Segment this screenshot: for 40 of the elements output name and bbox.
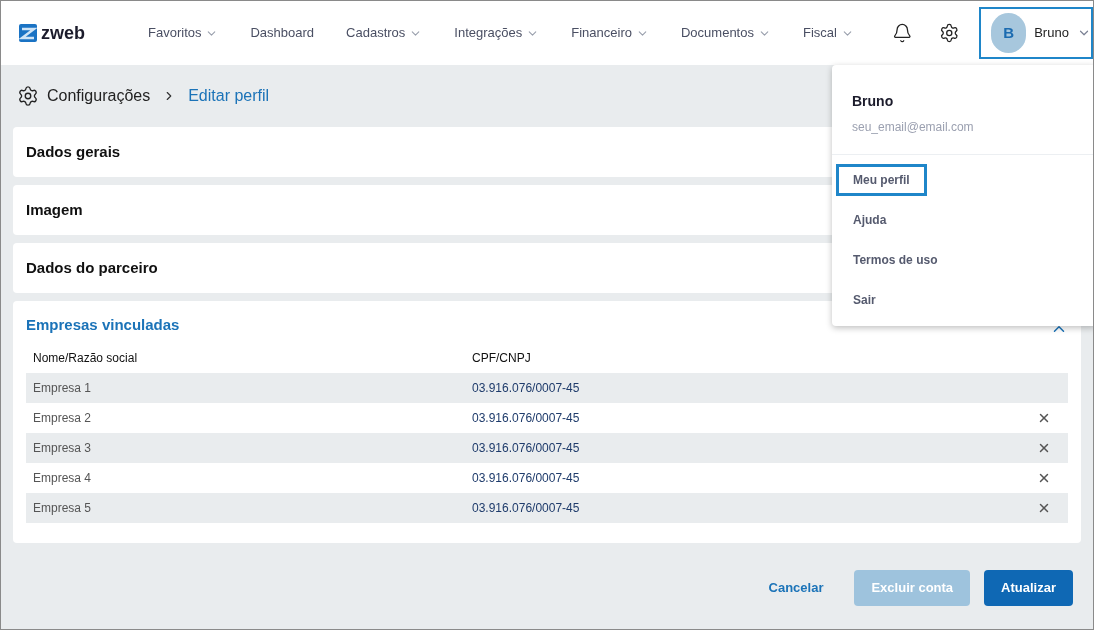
remove-icon[interactable] (1037, 471, 1051, 485)
table-cell-text: Empresa 4 (32, 470, 93, 487)
user-menu-button[interactable]: B Bruno (979, 7, 1093, 59)
nav-menu[interactable]: Cadastros (346, 23, 423, 43)
remove-icon[interactable] (1037, 411, 1051, 425)
table-cell-text: 03.916.076/0007-45 (471, 410, 581, 427)
column-header: CPF/CNPJ (471, 350, 531, 367)
breadcrumb-current: Editar perfil (188, 86, 270, 106)
breadcrumb-root[interactable]: Configurações (47, 84, 151, 108)
nav-menu[interactable]: Dashboard (250, 23, 315, 43)
section-title: Empresas vinculadas (26, 314, 180, 335)
nav-menu[interactable]: Fiscal (802, 23, 854, 43)
nav-menu[interactable]: Favoritos (148, 23, 219, 43)
table-cell-text: 03.916.076/0007-45 (471, 470, 581, 487)
menu-item[interactable]: Meu perfil (836, 164, 927, 196)
user-name: Bruno (1034, 24, 1069, 43)
menu-item[interactable]: Termos de uso (836, 244, 955, 276)
table-cell-text: 03.916.076/0007-45 (471, 440, 581, 457)
logo-text: zweb (41, 21, 85, 45)
column-header: Nome/Razão social (32, 350, 139, 367)
avatar: B (991, 13, 1027, 53)
menu-item[interactable]: Ajuda (836, 204, 904, 236)
nav-menu[interactable]: Documentos (681, 23, 771, 43)
table-cell-text: Empresa 3 (32, 440, 93, 457)
table-cell-text: 03.916.076/0007-45 (471, 380, 581, 397)
menu-user-name: Bruno (852, 92, 895, 111)
table-cell-text: 03.916.076/0007-45 (471, 500, 581, 517)
notifications-icon[interactable] (891, 22, 913, 44)
update-button[interactable]: Atualizar (984, 570, 1073, 606)
remove-icon[interactable] (1037, 501, 1051, 515)
remove-icon[interactable] (1037, 441, 1051, 455)
table-cell-text: Empresa 1 (32, 380, 93, 397)
settings-icon (17, 85, 39, 107)
nav-menu[interactable]: Financeiro (571, 23, 649, 43)
table-cell-text: Empresa 2 (32, 410, 93, 427)
cancel-button[interactable]: Cancelar (751, 570, 841, 606)
nav-menu[interactable]: Integrações (454, 23, 540, 43)
logo-icon (19, 24, 37, 42)
settings-icon[interactable] (939, 22, 960, 44)
table-cell-text: Empresa 5 (32, 500, 93, 517)
